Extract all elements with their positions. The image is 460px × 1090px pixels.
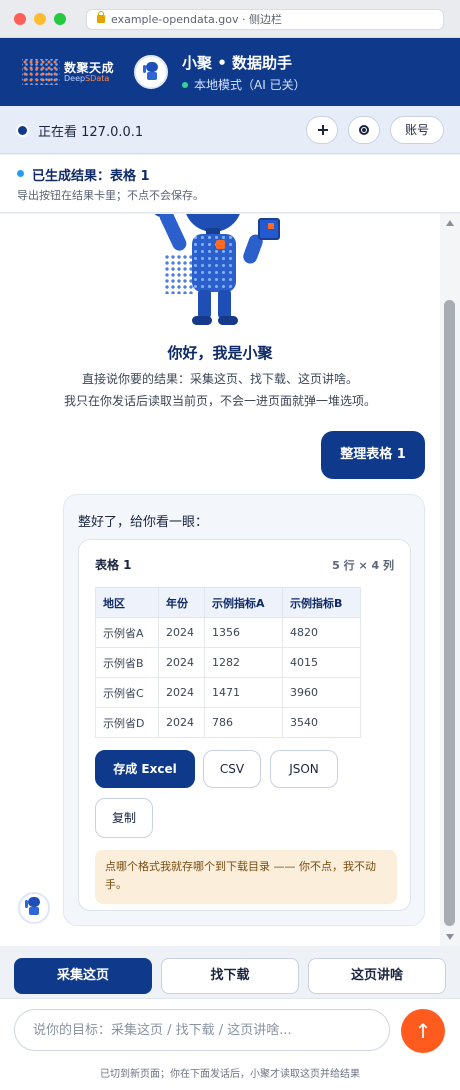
table-cell: 1471 — [204, 677, 283, 708]
watching-bar: 正在看 127.0.0.1 账号 — [0, 106, 460, 154]
lock-icon — [97, 11, 105, 23]
window-zoom-button[interactable] — [54, 13, 66, 25]
result-table: 地区 年份 示例指标A 示例指标B 示例省A 2024 1356 4820 示例… — [95, 587, 361, 738]
assistant-avatar-small — [18, 892, 50, 924]
table-cell: 示例省C — [95, 677, 159, 708]
table-cell: 1282 — [204, 647, 283, 678]
result-dot-icon — [17, 170, 24, 177]
table-cell: 示例省B — [95, 647, 159, 678]
table-row: 示例省A 2024 1356 4820 — [95, 617, 361, 648]
scrollbar-thumb[interactable] — [444, 300, 455, 926]
browser-titlebar: example-opendata.gov · 侧边栏 — [0, 0, 460, 38]
table-row: 示例省B 2024 1282 4015 — [95, 647, 361, 678]
address-bar[interactable]: example-opendata.gov · 侧边栏 — [86, 9, 444, 30]
composer: ↑ 已切到新页面；你在下面发话后，小聚才读取这页并给结果 — [0, 998, 460, 1090]
result-card-title: 表格 1 — [95, 558, 132, 572]
assistant-message: 整好了，给你看一眼： 表格 1 5 行 × 4 列 地区 年份 示例指标A 示例… — [63, 494, 425, 926]
app-header: 数聚天成 DeepSData 小聚 • 数据助手 本地模式（AI 已关） — [0, 38, 460, 106]
collect-page-button[interactable]: 采集这页 — [14, 958, 152, 994]
app-title: 小聚 • 数据助手 — [182, 54, 293, 72]
table-row: 示例省C 2024 1471 3960 — [95, 677, 361, 708]
table-cell: 2024 — [158, 617, 205, 648]
table-cell: 2024 — [158, 707, 205, 738]
brand-name-en: DeepSData — [64, 74, 110, 83]
table-cell: 3960 — [282, 677, 361, 708]
chat-area[interactable]: 你好，我是小聚 直接说你要的结果：采集这页、找下载、这页讲啥。 我只在你发话后读… — [0, 214, 440, 946]
status-dot-icon — [182, 82, 188, 88]
table-cell: 示例省A — [95, 617, 159, 648]
result-banner: 已生成结果：表格 1 导出按钮在结果卡里；不点不会保存。 — [0, 155, 460, 213]
result-banner-subtitle: 导出按钮在结果卡里；不点不会保存。 — [17, 189, 204, 202]
table-cell: 示例省D — [95, 707, 159, 738]
assistant-avatar — [134, 55, 168, 89]
address-text: example-opendata.gov · 侧边栏 — [111, 13, 282, 26]
arrow-up-icon: ↑ — [414, 1019, 432, 1043]
find-downloads-button[interactable]: 找下载 — [161, 958, 299, 994]
user-message: 整理表格 1 — [321, 431, 425, 479]
quick-actions: 采集这页 找下载 这页讲啥 — [0, 946, 460, 998]
robot-icon — [25, 897, 43, 917]
watching-text: 正在看 127.0.0.1 — [38, 125, 144, 140]
assistant-greeting: 整好了，给你看一眼： — [78, 515, 209, 530]
welcome-line-2: 我只在你发话后读取当前页，不会一进页面就弹一堆选项。 — [63, 394, 376, 408]
window-close-button[interactable] — [14, 13, 26, 25]
scroll-up-arrow-icon[interactable] — [446, 220, 454, 226]
scroll-down-arrow-icon[interactable] — [446, 934, 454, 940]
explain-page-button[interactable]: 这页讲啥 — [308, 958, 446, 994]
table-cell: 4820 — [282, 617, 361, 648]
result-card: 表格 1 5 行 × 4 列 地区 年份 示例指标A 示例指标B 示例省A 20… — [78, 539, 411, 911]
save-csv-button[interactable]: CSV — [203, 750, 261, 788]
table-header-row: 地区 年份 示例指标A 示例指标B — [95, 587, 361, 618]
copy-button[interactable]: 复制 — [95, 798, 153, 838]
table-cell: 3540 — [282, 707, 361, 738]
window-minimize-button[interactable] — [34, 13, 46, 25]
brand-dots-icon — [22, 59, 60, 85]
mode-status: 本地模式（AI 已关） — [182, 76, 306, 93]
result-banner-title: 已生成结果：表格 1 — [32, 169, 150, 184]
result-card-dimensions: 5 行 × 4 列 — [332, 559, 394, 572]
robot-icon — [143, 62, 161, 82]
table-header-cell: 示例指标B — [282, 587, 361, 618]
welcome-line-1: 直接说你要的结果：采集这页、找下载、这页讲啥。 — [81, 372, 358, 386]
table-cell: 4015 — [282, 647, 361, 678]
save-json-button[interactable]: JSON — [270, 750, 338, 788]
composer-footnote: 已切到新页面；你在下面发话后，小聚才读取这页并给结果 — [100, 1069, 360, 1080]
robot-mascot-illustration — [149, 214, 290, 332]
chat-scrollbar[interactable] — [440, 214, 460, 946]
table-cell: 2024 — [158, 647, 205, 678]
settings-button[interactable] — [348, 116, 380, 144]
save-excel-button[interactable]: 存成 Excel — [95, 750, 195, 788]
table-cell: 2024 — [158, 677, 205, 708]
account-button[interactable]: 账号 — [390, 116, 444, 144]
goal-input[interactable] — [14, 1009, 390, 1051]
watching-indicator-icon — [18, 126, 27, 135]
table-header-cell: 示例指标A — [204, 587, 283, 618]
send-button[interactable]: ↑ — [401, 1009, 445, 1053]
gear-icon — [359, 125, 369, 135]
table-header-cell: 地区 — [95, 587, 159, 618]
brand-logo: 数聚天成 DeepSData — [22, 56, 122, 86]
welcome-title: 你好，我是小聚 — [167, 344, 273, 362]
table-cell: 786 — [204, 707, 283, 738]
table-header-cell: 年份 — [158, 587, 205, 618]
save-hint: 点哪个格式我就存哪个到下载目录 —— 你不点，我不动手。 — [95, 850, 397, 904]
new-chat-button[interactable] — [306, 116, 338, 144]
table-row: 示例省D 2024 786 3540 — [95, 707, 361, 738]
table-cell: 1356 — [204, 617, 283, 648]
